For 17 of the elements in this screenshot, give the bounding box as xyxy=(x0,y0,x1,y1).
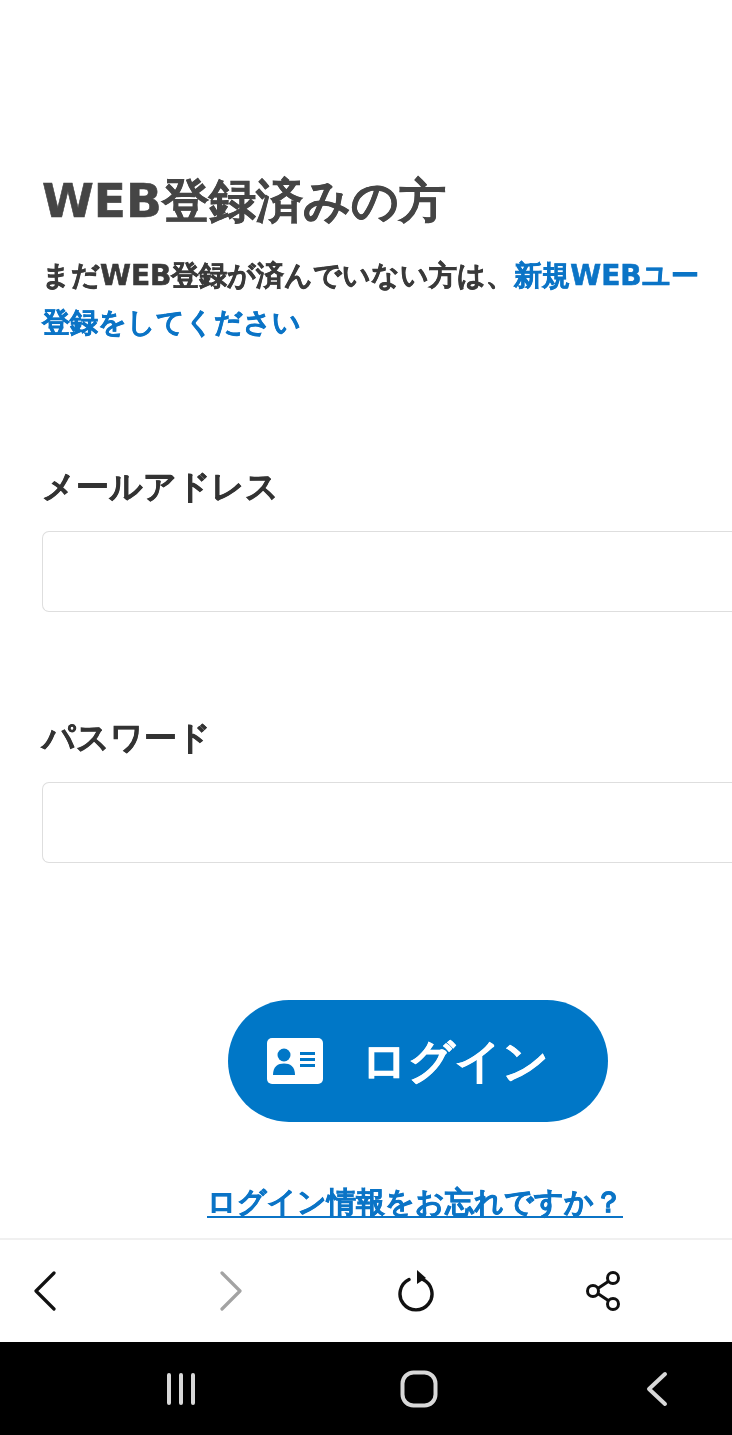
input-field[interactable] xyxy=(42,531,732,612)
home-icon[interactable] xyxy=(400,1369,438,1408)
field-label: パスワード xyxy=(42,718,211,757)
input-field[interactable] xyxy=(42,782,732,863)
id-card-icon xyxy=(267,1038,323,1084)
forgot-login-link[interactable]: ログイン情報をお忘れですか？ xyxy=(207,1185,623,1219)
login-button[interactable]: ログイン xyxy=(228,1000,608,1122)
page-heading: WEB登録済みの方 xyxy=(42,174,447,227)
back-icon[interactable] xyxy=(33,1271,57,1311)
reload-icon[interactable] xyxy=(397,1269,437,1313)
back-icon[interactable] xyxy=(645,1370,669,1407)
share-icon[interactable] xyxy=(584,1270,622,1312)
register-link[interactable]: 新規WEBユー xyxy=(514,259,699,292)
register-link[interactable]: 登録をしてください xyxy=(42,306,301,339)
intro-text: まだWEB登録が済んでいない方は、新規WEBユー 登録をしてください xyxy=(42,258,700,341)
recent-apps-icon[interactable] xyxy=(165,1371,197,1406)
field-label: メールアドレス xyxy=(42,467,279,506)
